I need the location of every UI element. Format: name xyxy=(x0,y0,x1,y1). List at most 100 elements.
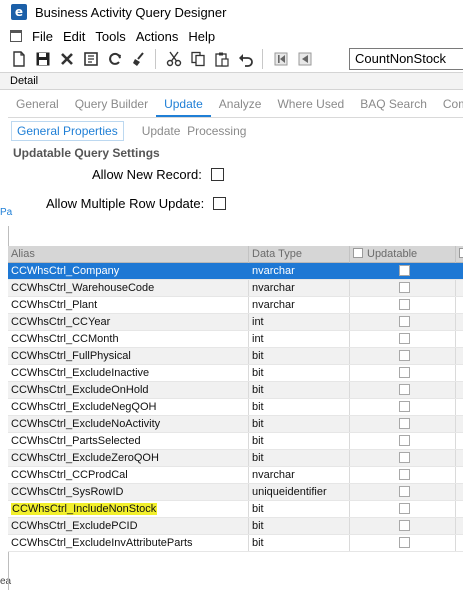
tab-baq-search[interactable]: BAQ Search xyxy=(352,97,435,117)
tab-query-builder[interactable]: Query Builder xyxy=(67,97,156,117)
updatable-cell[interactable] xyxy=(350,314,456,330)
data-type-cell[interactable]: nvarchar xyxy=(249,263,350,279)
alias-cell[interactable]: CCWhsCtrl_Company xyxy=(8,263,249,279)
table-row[interactable]: CCWhsCtrl_CCMonth int xyxy=(8,331,463,348)
alias-cell[interactable]: CCWhsCtrl_CCProdCal xyxy=(8,467,249,483)
table-row[interactable]: CCWhsCtrl_ExcludePCID bit xyxy=(8,518,463,535)
key-field-input[interactable]: CountNonStock xyxy=(349,48,463,70)
data-type-cell[interactable]: bit xyxy=(249,416,350,432)
data-type-cell[interactable]: bit xyxy=(249,501,350,517)
alias-cell[interactable]: CCWhsCtrl_PartsSelected xyxy=(8,433,249,449)
window-menu-icon[interactable] xyxy=(10,30,22,42)
alias-cell[interactable]: CCWhsCtrl_IncludeNonStock xyxy=(8,501,249,517)
clear-icon[interactable] xyxy=(128,48,150,70)
column-header-alias[interactable]: Alias xyxy=(8,246,249,263)
table-row[interactable]: CCWhsCtrl_ExcludeZeroQOH bit xyxy=(8,450,463,467)
data-type-cell[interactable]: bit xyxy=(249,535,350,551)
subtab-update-processing[interactable]: Update Processing xyxy=(142,124,247,138)
allow-multiple-row-checkbox[interactable] xyxy=(213,197,227,210)
column-header-data-type[interactable]: Data Type xyxy=(249,246,350,263)
alias-cell[interactable]: CCWhsCtrl_CCMonth xyxy=(8,331,249,347)
table-row[interactable]: CCWhsCtrl_SysRowID uniqueidentifier xyxy=(8,484,463,501)
first-record-icon[interactable] xyxy=(270,48,292,70)
table-row[interactable]: CCWhsCtrl_Plant nvarchar xyxy=(8,297,463,314)
menu-help[interactable]: Help xyxy=(188,29,215,44)
updatable-checkbox[interactable] xyxy=(398,435,410,446)
updatable-checkbox[interactable] xyxy=(398,316,410,327)
data-type-cell[interactable]: bit xyxy=(249,365,350,381)
updatable-checkbox[interactable] xyxy=(398,333,410,344)
data-type-cell[interactable]: int xyxy=(249,331,350,347)
table-row[interactable]: CCWhsCtrl_ExcludeNegQOH bit xyxy=(8,399,463,416)
data-type-cell[interactable]: bit xyxy=(249,382,350,398)
alias-cell[interactable]: CCWhsCtrl_ExcludeInactive xyxy=(8,365,249,381)
data-type-cell[interactable]: int xyxy=(249,314,350,330)
updatable-cell[interactable] xyxy=(350,416,456,432)
table-row[interactable]: CCWhsCtrl_ExcludeInvAttributeParts bit xyxy=(8,535,463,552)
table-row[interactable]: CCWhsCtrl_CCYear int xyxy=(8,314,463,331)
data-type-cell[interactable]: bit xyxy=(249,450,350,466)
table-row[interactable]: CCWhsCtrl_IncludeNonStock bit xyxy=(8,501,463,518)
data-type-cell[interactable]: nvarchar xyxy=(249,297,350,313)
copy-icon[interactable] xyxy=(187,48,209,70)
tab-analyze[interactable]: Analyze xyxy=(211,97,270,117)
updatable-cell[interactable] xyxy=(350,450,456,466)
menu-tools[interactable]: Tools xyxy=(95,29,125,44)
updatable-checkbox[interactable] xyxy=(398,282,410,293)
updatable-checkbox[interactable] xyxy=(398,265,410,276)
new-icon[interactable] xyxy=(8,48,30,70)
updatable-cell[interactable] xyxy=(350,348,456,364)
alias-cell[interactable]: CCWhsCtrl_ExcludeInvAttributeParts xyxy=(8,535,249,551)
delete-icon[interactable] xyxy=(56,48,78,70)
updatable-checkbox[interactable] xyxy=(398,299,410,310)
save-icon[interactable] xyxy=(32,48,54,70)
tab-update[interactable]: Update xyxy=(156,97,211,117)
table-row[interactable]: CCWhsCtrl_CCProdCal nvarchar xyxy=(8,467,463,484)
alias-cell[interactable]: CCWhsCtrl_ExcludeNegQOH xyxy=(8,399,249,415)
updatable-checkbox[interactable] xyxy=(398,350,410,361)
tab-general[interactable]: General xyxy=(8,97,67,117)
updatable-checkbox[interactable] xyxy=(398,367,410,378)
updatable-checkbox[interactable] xyxy=(398,537,410,548)
updatable-cell[interactable] xyxy=(350,331,456,347)
refresh-icon[interactable] xyxy=(104,48,126,70)
updatable-checkbox[interactable] xyxy=(398,520,410,531)
alias-cell[interactable]: CCWhsCtrl_ExcludePCID xyxy=(8,518,249,534)
updatable-cell[interactable] xyxy=(350,365,456,381)
updatable-checkbox[interactable] xyxy=(398,486,410,497)
next-header-checkbox[interactable] xyxy=(459,248,463,258)
updatable-cell[interactable] xyxy=(350,535,456,551)
updatable-cell[interactable] xyxy=(350,263,456,279)
allow-new-record-checkbox[interactable] xyxy=(210,168,224,181)
updatable-checkbox[interactable] xyxy=(398,384,410,395)
data-type-cell[interactable]: bit xyxy=(249,518,350,534)
updatable-checkbox[interactable] xyxy=(398,469,410,480)
table-row[interactable]: CCWhsCtrl_WarehouseCode nvarchar xyxy=(8,280,463,297)
table-row[interactable]: CCWhsCtrl_ExcludeInactive bit xyxy=(8,365,463,382)
data-type-cell[interactable]: bit xyxy=(249,433,350,449)
subtab-general-properties[interactable]: General Properties xyxy=(11,121,124,141)
table-row[interactable]: CCWhsCtrl_ExcludeNoActivity bit xyxy=(8,416,463,433)
menu-file[interactable]: File xyxy=(32,29,53,44)
alias-cell[interactable]: CCWhsCtrl_ExcludeOnHold xyxy=(8,382,249,398)
data-type-cell[interactable]: bit xyxy=(249,399,350,415)
paste-icon[interactable] xyxy=(211,48,233,70)
data-type-cell[interactable]: nvarchar xyxy=(249,467,350,483)
alias-cell[interactable]: CCWhsCtrl_FullPhysical xyxy=(8,348,249,364)
alias-cell[interactable]: CCWhsCtrl_WarehouseCode xyxy=(8,280,249,296)
table-row[interactable]: CCWhsCtrl_PartsSelected bit xyxy=(8,433,463,450)
updatable-checkbox[interactable] xyxy=(398,401,410,412)
updatable-checkbox[interactable] xyxy=(398,452,410,463)
updatable-checkbox[interactable] xyxy=(398,418,410,429)
updatable-header-checkbox[interactable] xyxy=(353,248,363,258)
alias-cell[interactable]: CCWhsCtrl_CCYear xyxy=(8,314,249,330)
updatable-cell[interactable] xyxy=(350,484,456,500)
data-type-cell[interactable]: uniqueidentifier xyxy=(249,484,350,500)
menu-edit[interactable]: Edit xyxy=(63,29,85,44)
alias-cell[interactable]: CCWhsCtrl_SysRowID xyxy=(8,484,249,500)
tab-comments[interactable]: Comm xyxy=(435,97,463,117)
updatable-cell[interactable] xyxy=(350,518,456,534)
table-row[interactable]: CCWhsCtrl_Company nvarchar xyxy=(8,263,463,280)
updatable-checkbox[interactable] xyxy=(398,503,410,514)
data-type-cell[interactable]: bit xyxy=(249,348,350,364)
